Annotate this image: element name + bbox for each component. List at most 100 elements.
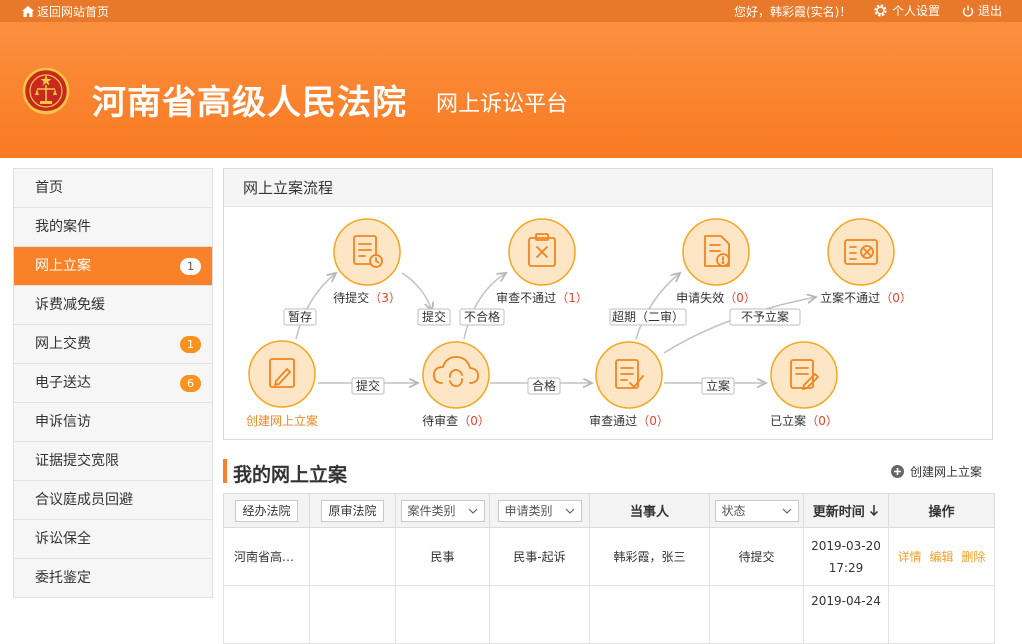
table-header-row: 经办法院 原审法院 案件类别 申请类别 当事人 状态 更新时间 操作	[223, 493, 995, 528]
settings-link[interactable]: 个人设置	[873, 2, 940, 19]
home-link-label: 返回网站首页	[37, 5, 110, 19]
home-link[interactable]: 返回网站首页	[22, 3, 109, 20]
cell-status	[709, 585, 804, 644]
cell-updated-date: 2019-04-24	[811, 594, 881, 608]
edge-tag-file: 立案	[701, 377, 735, 395]
case-type-select[interactable]: 案件类别	[400, 499, 485, 522]
chevron-down-icon	[782, 508, 791, 514]
sidebar-item-recusal[interactable]: 合议庭成员回避	[14, 481, 212, 520]
cell-status: 待提交	[709, 527, 804, 586]
sidebar-item-label: 电子送达	[35, 375, 91, 391]
edge-overdue	[635, 273, 680, 340]
top-bar: 返回网站首页 您好，韩彩霞(实名)！ 个人设置 退出	[0, 0, 1022, 22]
site-subtitle: 网上诉讼平台	[436, 92, 569, 117]
sidebar-item-evidence-extension[interactable]: 证据提交宽限	[14, 442, 212, 481]
col-parties: 当事人	[589, 493, 710, 528]
edge-tag-overdue: 超期（二审）	[609, 308, 687, 326]
section-title: 我的网上立案	[233, 464, 348, 486]
court-emblem-icon	[22, 67, 70, 115]
status-select[interactable]: 状态	[714, 499, 799, 522]
detail-link[interactable]: 详情	[898, 550, 922, 564]
cell-parties: 韩彩霞，张三	[589, 527, 710, 586]
node-pending-submit[interactable]	[333, 218, 401, 286]
count-badge: 1	[180, 336, 201, 353]
node-review-passed[interactable]	[595, 341, 663, 409]
node-label-filing-rejected: 立案不通过（0）	[820, 290, 912, 305]
site-header: 河南省高级人民法院 网上诉讼平台	[0, 22, 1022, 158]
filing-table: 经办法院 原审法院 案件类别 申请类别 当事人 状态 更新时间 操作 河南省高……	[223, 493, 995, 644]
sidebar-item-online-payment[interactable]: 网上交费 1	[14, 325, 212, 364]
sidebar-item-label: 首页	[35, 180, 63, 196]
edge-tag-submit-1: 提交	[417, 308, 451, 326]
apply-type-select[interactable]: 申请类别	[497, 499, 582, 522]
node-apply-invalid[interactable]	[682, 218, 750, 286]
create-filing-label: 创建网上立案	[910, 465, 983, 479]
table-row: 河南省高… 民事 民事-起诉 韩彩霞，张三 待提交 2019-03-20 17:…	[223, 527, 995, 586]
edge-tag-submit-2: 提交	[351, 377, 385, 395]
count-badge: 1	[180, 258, 201, 275]
sidebar-item-home[interactable]: 首页	[14, 169, 212, 208]
gear-icon	[874, 4, 887, 17]
sidebar-item-appraisal[interactable]: 委托鉴定	[14, 559, 212, 598]
col-ops: 操作	[888, 493, 995, 528]
svg-text:提交: 提交	[422, 309, 446, 324]
svg-text:合格: 合格	[532, 378, 556, 393]
cell-case-type	[395, 585, 490, 644]
chevron-down-icon	[468, 508, 477, 514]
delete-link[interactable]: 删除	[961, 550, 985, 564]
svg-text:超期（二审）: 超期（二审）	[612, 309, 684, 324]
svg-text:不予立案: 不予立案	[741, 309, 789, 324]
sidebar-item-online-filing[interactable]: 网上立案 1	[14, 247, 212, 286]
col-case-type: 案件类别	[395, 493, 490, 528]
cell-court: 河南省高…	[223, 527, 310, 586]
edge-tag-qualified: 合格	[527, 377, 561, 395]
cell-ops: 详情 编辑 删除	[888, 527, 995, 586]
process-edges	[295, 272, 816, 383]
power-icon	[962, 5, 974, 17]
node-filed[interactable]	[770, 341, 838, 409]
col-orig-court: 原审法院	[309, 493, 396, 528]
section-accent-bar	[223, 459, 227, 483]
sidebar-item-petition[interactable]: 申诉信访	[14, 403, 212, 442]
user-greeting: 您好，韩彩霞(实名)！	[734, 5, 852, 19]
sidebar-item-my-cases[interactable]: 我的案件	[14, 208, 212, 247]
status-select-label: 状态	[721, 504, 746, 518]
site-title: 河南省高级人民法院	[92, 83, 407, 123]
sidebar-item-label: 合议庭成员回避	[35, 492, 133, 508]
svg-text:提交: 提交	[356, 378, 380, 393]
filter-orig-court-button[interactable]: 原审法院	[321, 499, 384, 522]
edge-tag-not-filed: 不予立案	[729, 308, 801, 326]
cell-updated: 2019-04-24	[803, 585, 889, 644]
sidebar-item-fee-relief[interactable]: 诉费减免缓	[14, 286, 212, 325]
case-type-select-label: 案件类别	[407, 504, 456, 518]
table-row: 2019-04-24	[223, 585, 995, 644]
sidebar-item-label: 诉讼保全	[35, 531, 91, 547]
cell-apply-type: 民事-起诉	[489, 527, 590, 586]
node-pending-review[interactable]	[422, 341, 490, 409]
logout-link[interactable]: 退出	[962, 2, 1002, 19]
col-status: 状态	[709, 493, 804, 528]
node-label-pending-submit: 待提交（3）	[333, 290, 401, 305]
sidebar-item-e-delivery[interactable]: 电子送达 6	[14, 364, 212, 403]
filter-court-button[interactable]: 经办法院	[235, 499, 298, 522]
sidebar-item-preservation[interactable]: 诉讼保全	[14, 520, 212, 559]
create-filing-link[interactable]: 创建网上立案	[891, 463, 982, 480]
edge-save-draft	[295, 273, 336, 340]
sidebar-item-label: 网上立案	[35, 258, 91, 274]
sidebar-item-label: 委托鉴定	[35, 570, 91, 586]
cell-case-type: 民事	[395, 527, 490, 586]
col-updated[interactable]: 更新时间	[803, 493, 889, 528]
process-flow-diagram: 暂存 提交 提交 不合格 合格 超期（二审） 不予立案 立案 创建网上立案 待提…	[246, 218, 912, 428]
node-label-create: 创建网上立案	[246, 413, 318, 428]
edge-tag-save-draft: 暂存	[283, 308, 317, 326]
plus-circle-icon	[891, 465, 904, 478]
cell-court	[223, 585, 310, 644]
sidebar-item-label: 我的案件	[35, 219, 91, 235]
col-updated-label: 更新时间	[812, 505, 865, 520]
edge-tag-unqualified: 不合格	[459, 308, 505, 326]
logout-label: 退出	[978, 4, 1003, 18]
edit-link[interactable]: 编辑	[929, 550, 953, 564]
edge-submit-1	[401, 272, 432, 311]
node-label-pending-review: 待审查（0）	[422, 413, 490, 428]
home-icon	[22, 6, 34, 17]
